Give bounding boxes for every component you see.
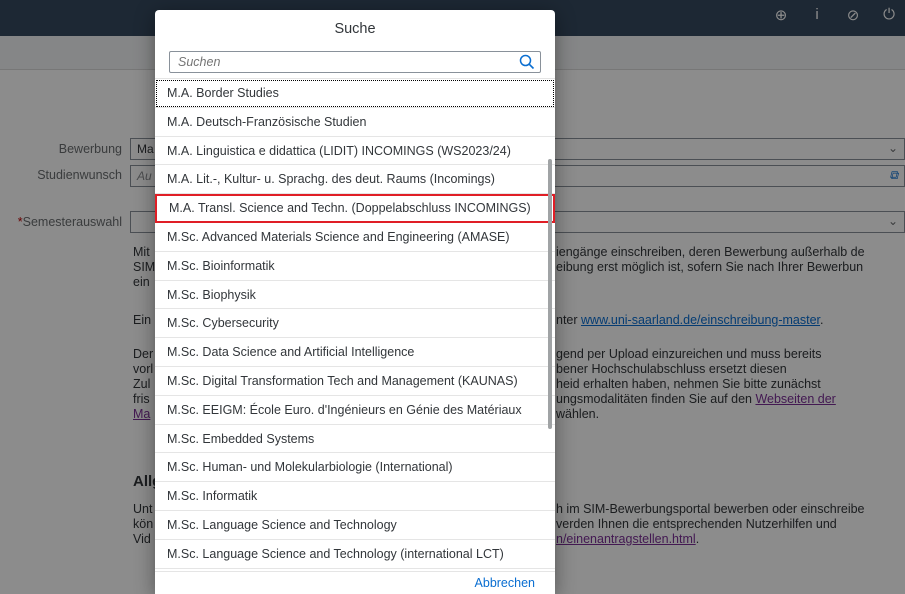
list-item[interactable]: M.Sc. Data Science and Artificial Intell… — [155, 338, 555, 367]
list-item[interactable]: M.A. Border Studies — [155, 79, 555, 108]
search-input[interactable] — [169, 51, 541, 73]
list-item[interactable]: M.Sc. EEIGM: École Euro. d'Ingénieurs en… — [155, 396, 555, 425]
list-item[interactable]: M.Sc. Language Science and Technology (i… — [155, 540, 555, 569]
list-item[interactable]: M.Sc. Embedded Systems — [155, 425, 555, 454]
list-item[interactable]: M.Sc. Biophysik — [155, 281, 555, 310]
list-item[interactable]: M.A. Deutsch-Französische Studien — [155, 108, 555, 137]
search-field — [169, 51, 541, 73]
cancel-button[interactable]: Abbrechen — [475, 576, 535, 590]
list-item[interactable]: M.Sc. Cybersecurity — [155, 309, 555, 339]
list-scrollbar[interactable] — [548, 159, 552, 429]
list-item[interactable]: M.Sc. Human- und Molekularbiologie (Inte… — [155, 453, 555, 483]
list-item[interactable]: M.Sc. Informatik — [155, 482, 555, 511]
dialog-footer: Abbrechen — [155, 571, 555, 594]
list-item-highlighted[interactable]: M.A. Transl. Science and Techn. (Doppela… — [155, 194, 555, 223]
list-item[interactable]: M.Sc. Language Science and Technology — [155, 511, 555, 540]
search-icon[interactable] — [518, 53, 536, 71]
list-item[interactable]: M.Sc. Digital Transformation Tech and Ma… — [155, 367, 555, 396]
list-item[interactable]: M.Sc. Advanced Materials Science and Eng… — [155, 223, 555, 252]
search-dialog: Suche M.A. Border Studies M.A. Deutsch-F… — [155, 10, 555, 594]
list-item[interactable]: M.Sc. Bioinformatik — [155, 252, 555, 281]
results-list: M.A. Border Studies M.A. Deutsch-Französ… — [155, 78, 555, 581]
list-item[interactable]: M.A. Linguistica e didattica (LIDIT) INC… — [155, 137, 555, 166]
list-item[interactable]: M.A. Lit.-, Kultur- u. Sprachg. des deut… — [155, 165, 555, 195]
dialog-title: Suche — [334, 21, 376, 37]
